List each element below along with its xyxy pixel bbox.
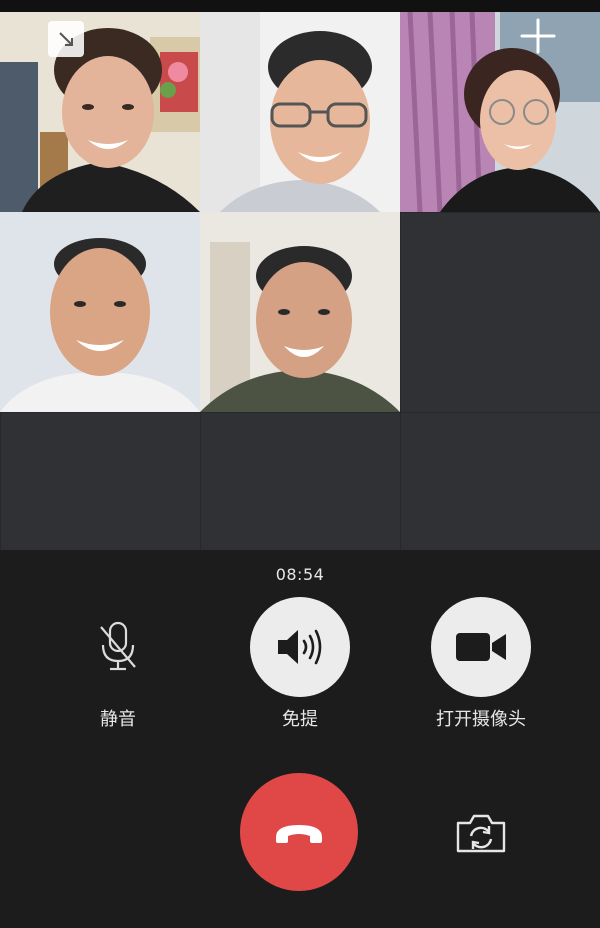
phone-hangup-icon — [276, 825, 322, 843]
add-participant-button[interactable] — [516, 14, 560, 58]
speaker-button[interactable] — [250, 597, 350, 697]
participant-video-frame — [200, 12, 400, 212]
participant-video-2[interactable] — [200, 12, 400, 212]
hangup-button[interactable] — [240, 773, 358, 891]
speaker-label: 免提 — [282, 709, 318, 730]
participant-video-frame — [0, 212, 200, 412]
participant-video-1[interactable] — [0, 12, 200, 212]
participant-video-4[interactable] — [0, 212, 200, 412]
participant-video-frame — [400, 12, 600, 212]
microphone-off-icon — [100, 621, 136, 671]
participant-video-5[interactable] — [200, 212, 400, 412]
participant-video-frame — [200, 212, 400, 412]
participant-video-frame — [0, 12, 200, 212]
camera-flip-icon — [456, 814, 506, 853]
flip-camera-button[interactable] — [450, 806, 512, 860]
speaker-control[interactable]: 免提 — [220, 597, 380, 731]
camera-button[interactable] — [431, 597, 531, 697]
minimize-icon — [59, 32, 73, 46]
call-timer: 08:54 — [275, 565, 325, 584]
mute-control[interactable]: 静音 — [38, 597, 198, 731]
mute-label: 静音 — [100, 709, 136, 730]
video-grid — [0, 12, 600, 550]
mute-button[interactable] — [68, 597, 168, 697]
empty-video-slot — [200, 412, 400, 550]
empty-video-slot — [0, 412, 200, 550]
empty-video-slot — [400, 212, 600, 412]
camera-label: 打开摄像头 — [436, 709, 526, 730]
status-bar — [0, 0, 600, 12]
empty-video-slot — [400, 412, 600, 550]
camera-control[interactable]: 打开摄像头 — [401, 597, 561, 731]
video-camera-icon — [456, 633, 506, 661]
add-participant-icon — [520, 18, 556, 54]
participant-video-3[interactable] — [400, 12, 600, 212]
speaker-icon — [278, 629, 322, 665]
minimize-button[interactable] — [48, 21, 84, 57]
